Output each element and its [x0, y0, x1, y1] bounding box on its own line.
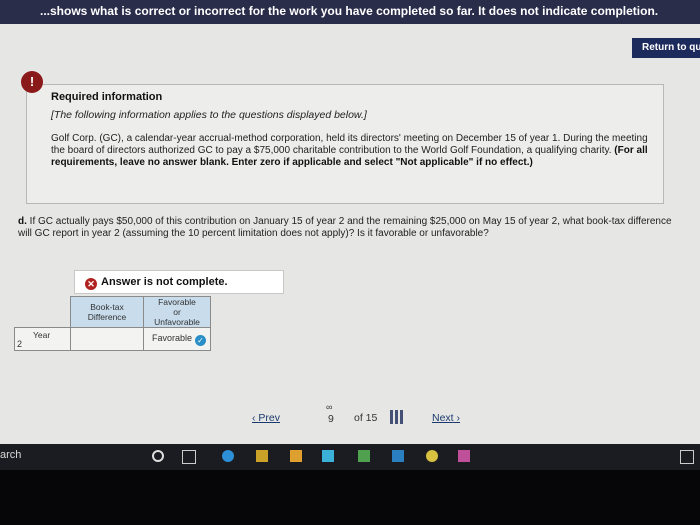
alert-icon: ! [21, 71, 43, 93]
system-tray-icon[interactable] [680, 450, 694, 464]
info-body: Golf Corp. (GC), a calendar-year accrual… [51, 133, 651, 169]
question-prefix: d. [18, 216, 27, 227]
header-line-2: or [173, 307, 181, 317]
next-link[interactable]: Next › [432, 412, 460, 424]
year-value: 2 [17, 339, 23, 349]
book-tax-difference-input[interactable] [70, 327, 144, 351]
info-body-text: Golf Corp. (GC), a calendar-year accrual… [51, 133, 648, 156]
year-label: Year [33, 330, 51, 340]
screen-bezel [0, 470, 700, 525]
page-count: of 15 [354, 412, 378, 424]
info-title: Required information [51, 91, 163, 103]
info-subtitle: [The following information applies to th… [51, 109, 367, 121]
cortana-icon[interactable] [152, 450, 164, 462]
required-information-panel: ! Required information [The following in… [21, 71, 664, 204]
grid-icon[interactable] [390, 410, 404, 424]
feedback-banner: ...shows what is correct or incorrect fo… [0, 0, 700, 24]
taskbar-search[interactable]: arch [0, 449, 21, 461]
table-corner [14, 296, 71, 328]
taskbar: arch [0, 444, 700, 470]
correct-check-icon: ✓ [195, 334, 206, 346]
header-line-1: Favorable [158, 297, 196, 307]
banner-text: ...shows what is correct or incorrect fo… [40, 4, 659, 18]
favorable-select[interactable]: Favorable ✓ [143, 327, 211, 351]
incorrect-icon: ✕ [85, 278, 97, 290]
task-view-icon[interactable] [182, 450, 196, 464]
current-page[interactable]: 9 [328, 413, 334, 425]
store-icon[interactable] [256, 450, 268, 462]
return-to-question-button[interactable]: Return to que [632, 38, 700, 58]
question-d: d. If GC actually pays $50,000 of this c… [18, 216, 678, 240]
favorable-value: Favorable [151, 332, 192, 343]
answer-status: ✕ Answer is not complete. [74, 270, 284, 294]
header-line-3: Unfavorable [154, 317, 200, 327]
mail-icon[interactable] [458, 450, 470, 462]
question-text: If GC actually pays $50,000 of this cont… [18, 216, 672, 239]
header-favorable-unfavorable: Favorable or Unfavorable [143, 296, 211, 328]
app-icon[interactable] [358, 450, 370, 462]
row-label-year: Year 2 [14, 327, 71, 351]
prev-link[interactable]: ‹ Prev [252, 412, 280, 424]
answer-table: Book-tax Difference Favorable or Unfavor… [14, 296, 211, 351]
maps-icon[interactable] [322, 450, 334, 462]
next-label: Next [432, 412, 454, 424]
header-book-tax-difference: Book-tax Difference [70, 296, 144, 328]
office-icon[interactable] [392, 450, 404, 462]
prev-label: Prev [258, 412, 281, 424]
photos-icon[interactable] [290, 450, 302, 462]
link-icon: ∞ [326, 402, 333, 412]
game-icon[interactable] [426, 450, 438, 462]
edge-icon[interactable] [222, 450, 234, 462]
answer-status-text: Answer is not complete. [101, 276, 228, 288]
